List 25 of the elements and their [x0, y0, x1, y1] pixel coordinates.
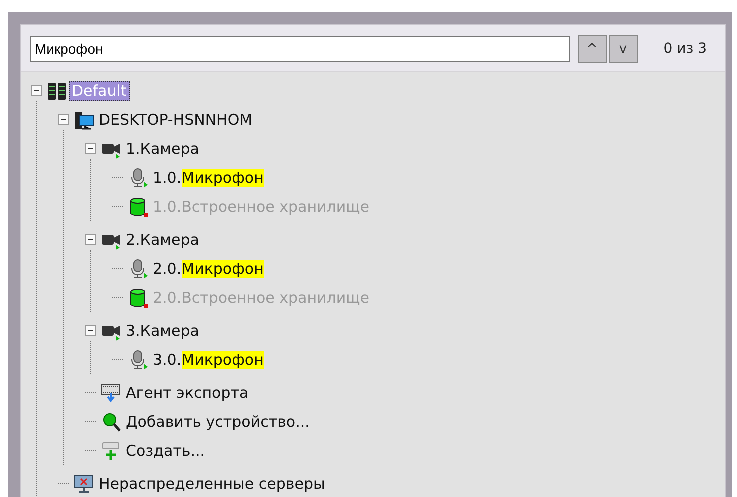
magnifier-icon: [101, 412, 121, 432]
cylinder-icon: [128, 288, 148, 308]
previous-button[interactable]: ^: [578, 35, 607, 63]
plus-icon: [101, 440, 121, 460]
tree-item[interactable]: Создать...: [123, 440, 208, 460]
computer-icon: [74, 110, 94, 130]
tree-item[interactable]: Нераспределенные серверы: [96, 474, 328, 494]
server-icon: [47, 80, 67, 100]
tree-item[interactable]: DESKTOP-HSNNHOM: [96, 110, 256, 130]
collapse-button[interactable]: [85, 234, 96, 245]
collapse-button[interactable]: [31, 85, 42, 96]
tree-item[interactable]: 2.Камера: [123, 230, 202, 250]
film-download-icon: [101, 382, 121, 402]
tree-item[interactable]: Добавить устройство...: [123, 412, 313, 432]
cylinder-icon: [128, 196, 148, 216]
collapse-button[interactable]: [85, 143, 96, 154]
match-counter: 0 из 3: [664, 41, 707, 57]
tree-item[interactable]: 3.Камера: [123, 320, 202, 340]
next-button[interactable]: v: [608, 35, 638, 63]
tree-item[interactable]: Агент экспорта: [123, 382, 252, 402]
tree-item[interactable]: 1.Камера: [123, 138, 202, 158]
collapse-button[interactable]: [58, 114, 69, 125]
monitor-icon: [74, 474, 94, 494]
collapse-button[interactable]: [85, 325, 96, 336]
search-field[interactable]: Микрофон: [30, 36, 570, 62]
